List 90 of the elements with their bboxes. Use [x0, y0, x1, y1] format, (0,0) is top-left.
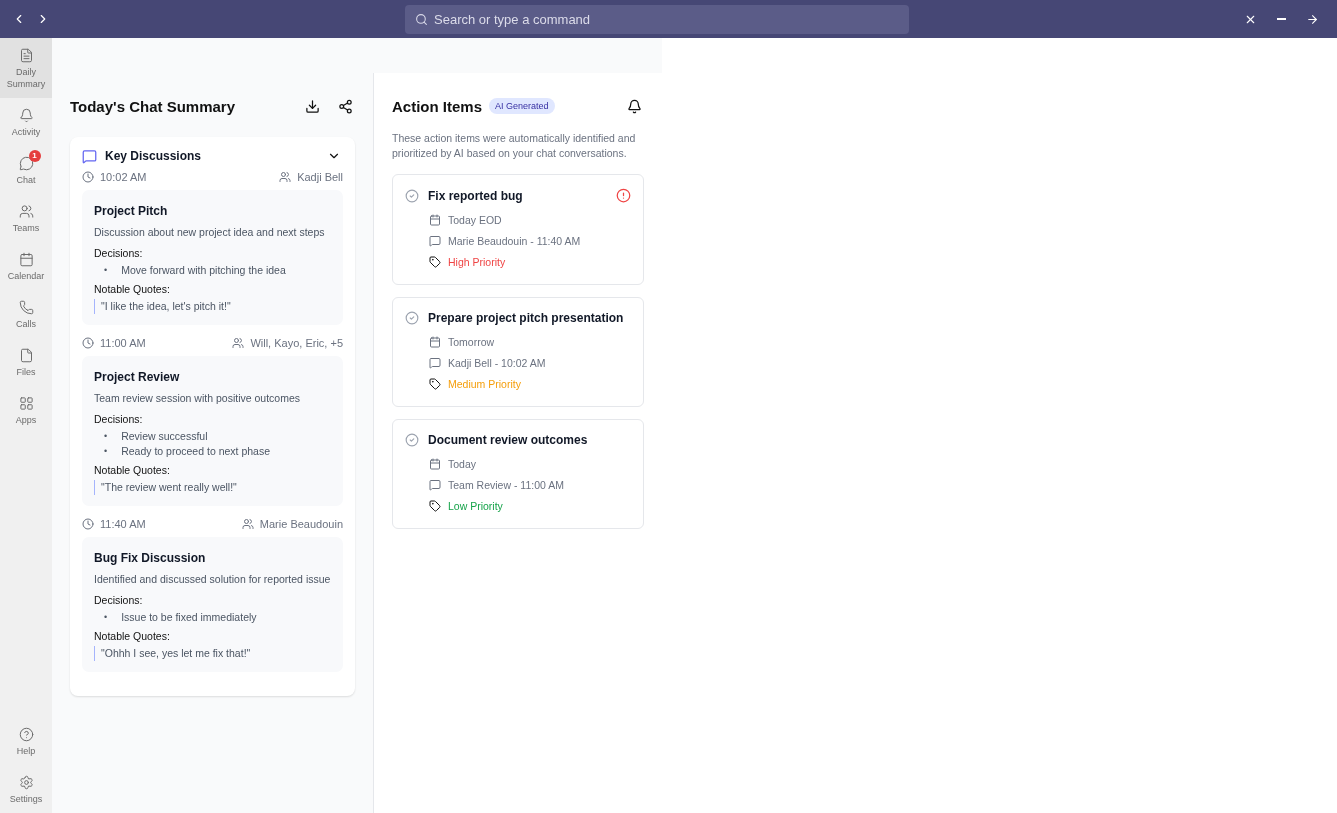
participants-text: Kadji Bell — [297, 171, 343, 183]
clock-icon — [82, 337, 94, 349]
nav-icon — [18, 156, 34, 171]
due-text: Tomorrow — [448, 335, 495, 348]
people-icon — [232, 337, 245, 349]
unread-badge: 1 — [28, 150, 41, 162]
action-description: These action items were automatically identified and prioritized by AI based on your chat conversations. — [392, 131, 637, 161]
priority-text: Low Priority — [448, 499, 503, 512]
calendar-icon — [429, 457, 441, 470]
check-circle-icon[interactable] — [405, 188, 419, 203]
sidebar-item[interactable]: Files — [0, 338, 52, 386]
quotes-label: Notable Quotes: — [94, 464, 171, 476]
decisions-label: Decisions: — [94, 594, 144, 606]
decision-text: Review successful — [121, 429, 208, 444]
discussion-title: Project Pitch — [94, 204, 169, 218]
sidebar-item[interactable]: Activity — [0, 98, 52, 146]
nav-icon — [18, 204, 34, 219]
priority-text: Medium Priority — [448, 377, 521, 390]
discussion-description: Team review session with positive outcomes — [94, 392, 301, 404]
nav-icon — [18, 252, 34, 267]
search-icon — [415, 13, 428, 26]
search-field[interactable]: Search or type a command — [405, 5, 909, 34]
participants-text: Will, Kayo, Eric, +5 — [250, 337, 343, 349]
decisions-label: Decisions: — [94, 247, 144, 259]
quote-text: "The review went really well!" — [94, 480, 331, 495]
nav-icon — [18, 108, 34, 123]
calendar-icon — [429, 213, 441, 226]
bullet: • — [104, 430, 108, 443]
source-text: Marie Beaudouin - 11:40 AM — [448, 234, 581, 247]
sidebar-item[interactable]: 1 Chat — [0, 146, 52, 194]
tag-icon — [429, 255, 441, 268]
due-text: Today — [448, 457, 477, 470]
clock-icon — [82, 171, 94, 183]
time-text: 11:00 AM — [100, 337, 147, 349]
people-icon — [279, 171, 292, 183]
sidebar-item[interactable]: Daily Summary — [0, 38, 52, 98]
discussion-title: Bug Fix Discussion — [94, 551, 207, 565]
source-text: Kadji Bell - 10:02 AM — [448, 356, 546, 369]
time-text: 11:40 AM — [100, 518, 147, 530]
message-icon — [429, 234, 441, 247]
action-title: Document review outcomes — [428, 433, 589, 447]
priority-text: High Priority — [448, 255, 506, 268]
decision-text: Issue to be fixed immediately — [121, 610, 257, 625]
nav-icon — [18, 396, 34, 411]
bullet: • — [104, 611, 108, 624]
discussion-description: Identified and discussed solution for reported issue — [94, 573, 331, 585]
quotes-label: Notable Quotes: — [94, 630, 171, 642]
sidebar-item[interactable]: Calendar — [0, 242, 52, 290]
action-title: Prepare project pitch presentation — [428, 311, 625, 325]
participants-text: Marie Beaudouin — [259, 518, 343, 530]
message-icon — [429, 478, 441, 491]
calendar-icon — [429, 335, 441, 348]
sidebar-item[interactable]: Settings — [0, 765, 52, 813]
tag-icon — [429, 377, 441, 390]
sidebar-item[interactable]: Calls — [0, 290, 52, 338]
help-icon — [18, 727, 34, 742]
panel-title: Today's Chat Summary — [70, 97, 236, 115]
sidebar-item[interactable]: Help — [0, 717, 52, 765]
quote-text: "I like the idea, let's pitch it!" — [94, 299, 331, 314]
minimize-icon — [1277, 18, 1286, 20]
check-circle-icon[interactable] — [405, 433, 419, 447]
source-text: Team Review - 11:00 AM — [448, 478, 564, 491]
nav-icon — [18, 48, 34, 63]
decision-text: Ready to proceed to next phase — [121, 444, 270, 459]
quote-text: "Ohhh I see, yes let me fix that!" — [94, 646, 331, 661]
section-title: Key Discussions — [105, 149, 203, 163]
discussion-description: Discussion about new project idea and next steps — [94, 226, 326, 238]
bullet: • — [104, 445, 108, 458]
decision-text: Move forward with pitching the idea — [121, 263, 286, 278]
discussion-title: Project Review — [94, 370, 181, 384]
people-icon — [241, 518, 254, 530]
nav-icon — [18, 348, 34, 363]
time-text: 10:02 AM — [100, 171, 148, 183]
message-icon — [429, 356, 441, 369]
message-icon — [82, 148, 97, 164]
sidebar-item[interactable]: Teams — [0, 194, 52, 242]
clock-icon — [82, 518, 94, 530]
sidebar-item[interactable]: Apps — [0, 386, 52, 434]
due-text: Today EOD — [448, 213, 502, 226]
check-circle-icon[interactable] — [405, 311, 419, 325]
panel-title: Action Items — [392, 97, 482, 115]
ai-badge: AI Generated — [489, 98, 555, 114]
quotes-label: Notable Quotes: — [94, 283, 171, 295]
arrow-right-icon — [1306, 12, 1319, 26]
tag-icon — [429, 499, 441, 512]
settings-icon — [18, 775, 34, 790]
nav-icon — [18, 300, 34, 315]
decisions-label: Decisions: — [94, 413, 144, 425]
bullet: • — [104, 264, 108, 277]
action-title: Fix reported bug — [428, 188, 524, 203]
